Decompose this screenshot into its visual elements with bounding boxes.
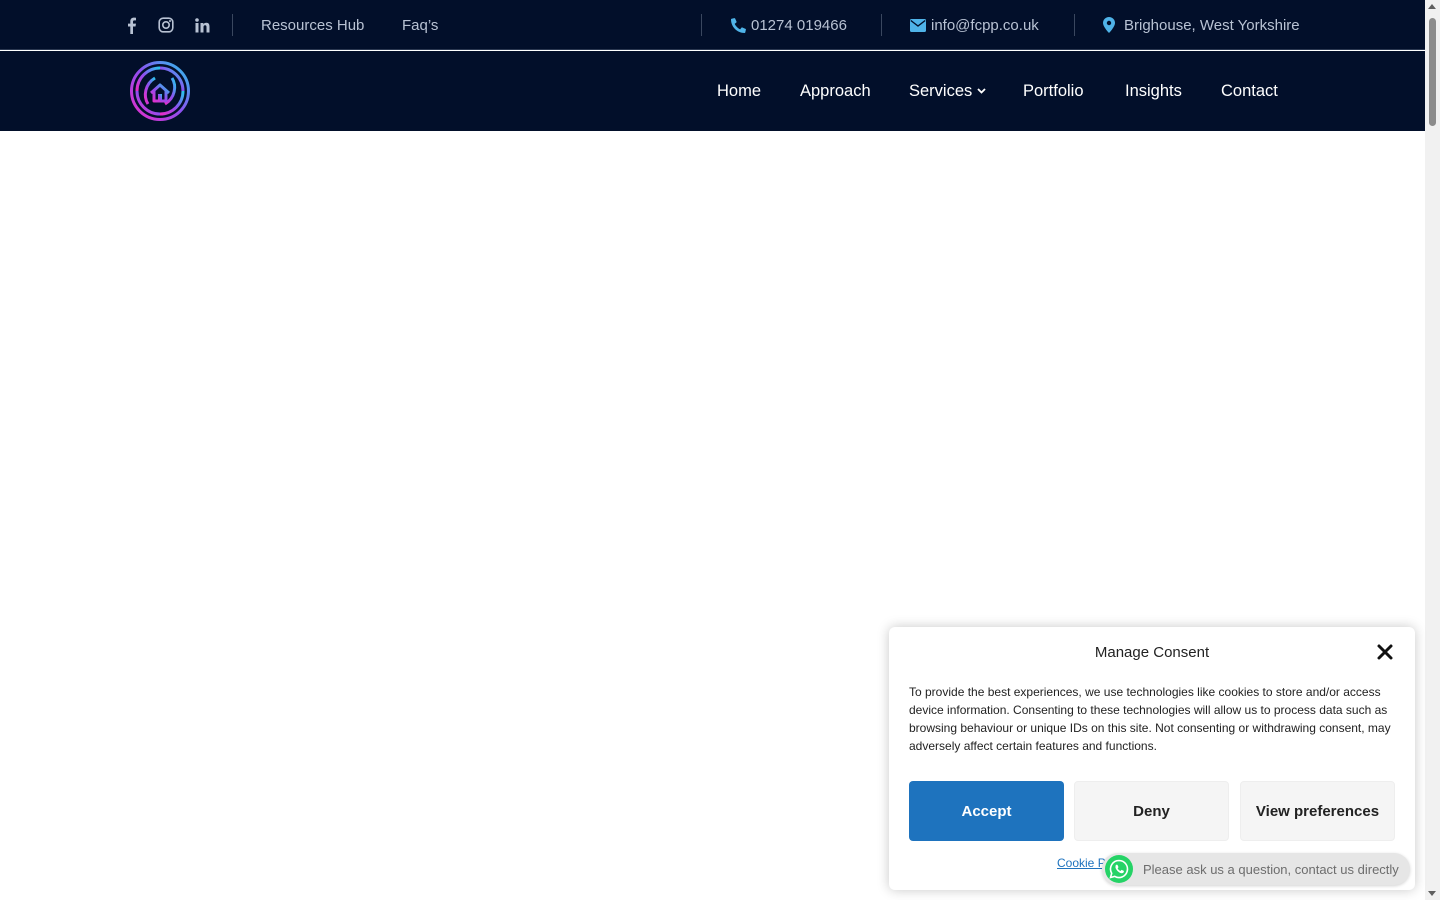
faqs-link[interactable]: Faq’s xyxy=(402,0,438,50)
envelope-icon xyxy=(910,18,926,32)
nav-contact[interactable]: Contact xyxy=(1221,51,1278,131)
scroll-down-arrow[interactable] xyxy=(1428,891,1436,896)
consent-message: To provide the best experiences, we use … xyxy=(909,685,1391,753)
main-navbar: Home Approach Services Portfolio Insight… xyxy=(0,51,1425,131)
consent-title: Manage Consent xyxy=(1094,644,1210,661)
cookie-policy-link[interactable]: Cookie P xyxy=(1057,856,1106,870)
nav-services-label: Services xyxy=(909,81,973,100)
nav-insights[interactable]: Insights xyxy=(1125,51,1182,131)
top-bar: Resources Hub Faq’s 01274 019466 info@fc… xyxy=(0,0,1425,50)
instagram-icon[interactable] xyxy=(158,0,174,50)
site-logo[interactable] xyxy=(129,60,191,122)
map-pin-icon xyxy=(1103,17,1115,33)
view-preferences-button[interactable]: View preferences xyxy=(1240,781,1395,841)
resources-hub-link[interactable]: Resources Hub xyxy=(261,0,364,50)
consent-dialog: Manage Consent To provide the best exper… xyxy=(889,627,1415,890)
page-scrollbar[interactable] xyxy=(1425,0,1440,900)
scrollbar-thumb[interactable] xyxy=(1429,18,1436,126)
accept-button[interactable]: Accept xyxy=(909,781,1064,841)
nav-services[interactable]: Services xyxy=(909,51,986,131)
nav-portfolio[interactable]: Portfolio xyxy=(1023,51,1084,131)
close-icon[interactable] xyxy=(1376,643,1394,661)
phone-number: 01274 019466 xyxy=(751,16,847,34)
nav-approach[interactable]: Approach xyxy=(800,51,871,131)
linkedin-icon[interactable] xyxy=(195,0,210,50)
chevron-down-icon xyxy=(977,88,986,94)
whatsapp-icon xyxy=(1104,854,1134,884)
deny-button[interactable]: Deny xyxy=(1074,781,1229,841)
email-link[interactable]: info@fcpp.co.uk xyxy=(910,0,1039,50)
nav-home[interactable]: Home xyxy=(717,51,761,131)
divider xyxy=(232,14,233,36)
facebook-icon[interactable] xyxy=(126,0,137,50)
email-address: info@fcpp.co.uk xyxy=(931,16,1039,34)
location-text: Brighouse, West Yorkshire xyxy=(1124,16,1300,34)
scroll-up-arrow[interactable] xyxy=(1428,4,1436,9)
whatsapp-prompt: Please ask us a question, contact us dir… xyxy=(1143,861,1399,877)
divider xyxy=(1074,14,1075,36)
whatsapp-chat-widget[interactable]: Please ask us a question, contact us dir… xyxy=(1102,853,1410,885)
phone-icon xyxy=(731,17,746,33)
divider xyxy=(881,14,882,36)
phone-link[interactable]: 01274 019466 xyxy=(731,0,847,50)
location: Brighouse, West Yorkshire xyxy=(1103,0,1300,50)
divider xyxy=(701,14,702,36)
